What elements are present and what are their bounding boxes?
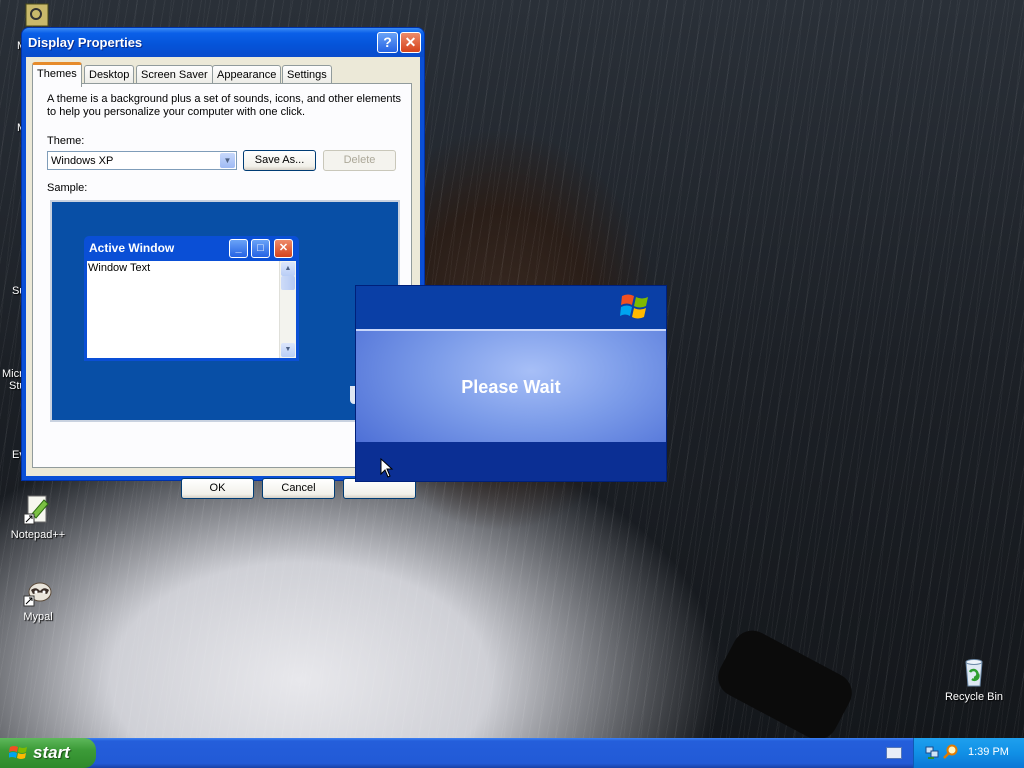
theme-sample-preview: Active Window _ □ ✕ Window Text ▲ ▼: [50, 200, 400, 422]
sample-active-window: Active Window _ □ ✕ Window Text ▲ ▼: [84, 236, 299, 361]
clock[interactable]: 1:39 PM: [968, 746, 1009, 758]
system-tray: 1:39 PM: [913, 738, 1024, 768]
keyboard-icon[interactable]: [886, 747, 902, 759]
theme-label: Theme:: [47, 135, 85, 147]
sample-window-client: Window Text ▲ ▼: [87, 261, 296, 358]
please-wait-header: [356, 286, 666, 329]
sample-label: Sample:: [47, 182, 88, 194]
tab-appearance[interactable]: Appearance: [212, 65, 282, 84]
theme-select-value: Windows XP: [51, 155, 114, 167]
desktop-icon-mypal[interactable]: Mypal: [2, 576, 74, 623]
desktop-icon-label: Recycle Bin: [944, 691, 1004, 703]
cancel-button[interactable]: Cancel: [262, 478, 335, 499]
tab-themes[interactable]: Themes: [32, 62, 82, 87]
network-icon[interactable]: [924, 744, 940, 760]
raccoon-icon: [22, 576, 54, 608]
theme-select[interactable]: Windows XP ▼: [47, 151, 237, 170]
please-wait-text: Please Wait: [461, 377, 561, 397]
theme-description: A theme is a background plus a set of so…: [47, 93, 402, 118]
desktop-icon-recycle-bin[interactable]: Recycle Bin: [938, 656, 1010, 703]
tab-settings[interactable]: Settings: [282, 65, 332, 84]
taskbar: start 1:39 PM: [0, 738, 1024, 768]
please-wait-dialog: Please Wait: [355, 285, 667, 482]
close-icon: ✕: [274, 239, 293, 258]
search-icon[interactable]: [943, 744, 959, 760]
tab-desktop[interactable]: Desktop: [84, 65, 135, 84]
sample-window-title: Active Window: [89, 241, 175, 255]
notepad-plus-plus-icon: [22, 494, 54, 526]
please-wait-footer: [356, 442, 666, 481]
start-label: start: [33, 743, 70, 762]
title-bar[interactable]: Display Properties ? ✕: [22, 28, 424, 57]
mouse-cursor-icon: [380, 458, 394, 478]
question-icon: ?: [383, 34, 392, 50]
desktop-icon-notepad-plus-plus[interactable]: Notepad++: [2, 494, 74, 541]
window-title: Display Properties: [28, 35, 143, 50]
save-as-button[interactable]: Save As...: [243, 150, 316, 171]
scroll-down-icon: ▼: [281, 343, 295, 357]
close-button[interactable]: ✕: [400, 32, 421, 53]
windows-logo-icon: [9, 746, 27, 759]
minimize-icon: _: [229, 239, 248, 258]
sample-window-text: Window Text: [88, 262, 151, 274]
tab-screen-saver[interactable]: Screen Saver: [136, 65, 213, 84]
recycle-bin-icon: [958, 656, 990, 688]
scroll-thumb: [281, 276, 295, 290]
chevron-down-icon: ▼: [223, 156, 232, 165]
windows-logo-icon: [620, 294, 648, 319]
desktop-icon-label: Mypal: [23, 611, 53, 623]
start-button[interactable]: start: [0, 738, 96, 768]
close-icon: ✕: [404, 34, 417, 50]
please-wait-band: Please Wait: [356, 329, 666, 444]
maximize-icon: □: [251, 239, 270, 258]
delete-button[interactable]: Delete: [323, 150, 396, 171]
dropdown-arrow-button[interactable]: ▼: [220, 153, 235, 168]
help-button[interactable]: ?: [377, 32, 398, 53]
scroll-up-icon: ▲: [281, 262, 295, 276]
sample-scrollbar: ▲ ▼: [279, 261, 296, 358]
desktop-icon-label: Notepad++: [10, 529, 66, 541]
ok-button[interactable]: OK: [181, 478, 254, 499]
